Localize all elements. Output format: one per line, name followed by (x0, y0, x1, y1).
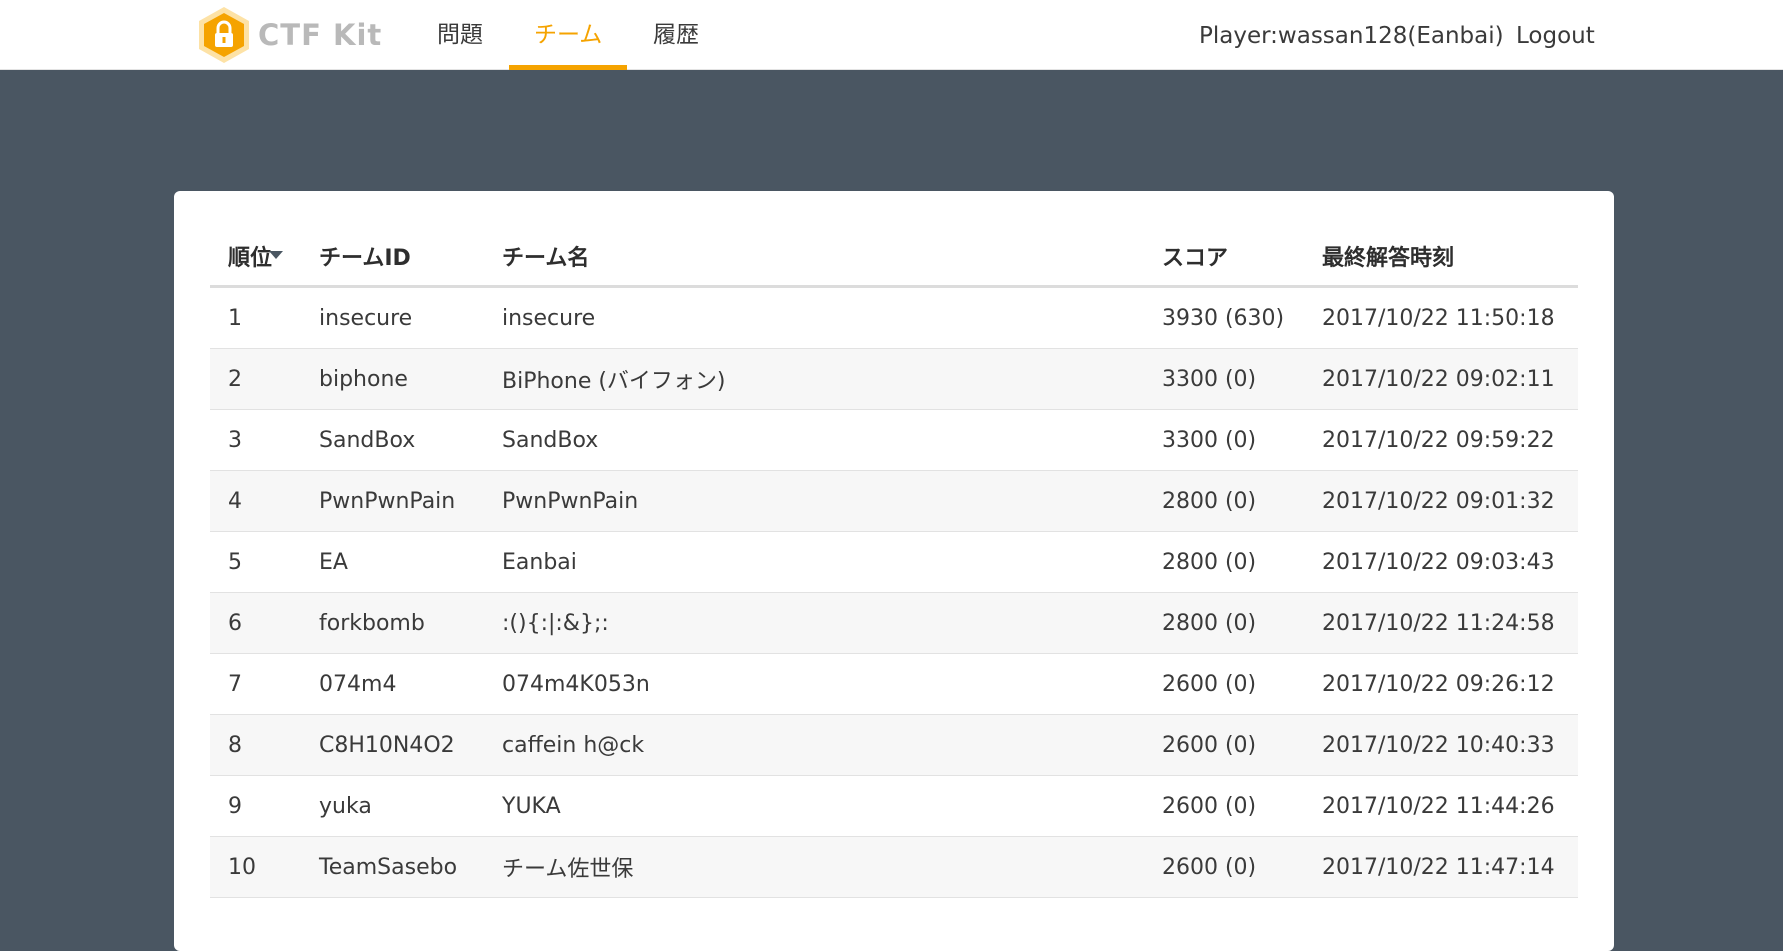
cell-rank: 9 (210, 775, 302, 837)
column-header-team-id[interactable]: チームID (301, 227, 484, 288)
cell-score: 2600 (0) (1143, 714, 1304, 776)
cell-score: 3930 (630) (1143, 286, 1304, 349)
cell-last-time: 2017/10/22 11:24:58 (1303, 592, 1578, 654)
table-row: 9 yuka YUKA 2600 (0) 2017/10/22 11:44:26 (210, 775, 1578, 837)
cell-rank: 10 (210, 836, 302, 898)
table-row: 6 forkbomb :(){:|:&};: 2800 (0) 2017/10/… (210, 592, 1578, 654)
top-navbar: CTF Kit 問題 チーム 履歴 Player:wassan128(Eanba… (0, 0, 1783, 70)
cell-team-name: SandBox (484, 409, 1144, 471)
cell-team-id: forkbomb (301, 592, 484, 654)
cell-team-id: 074m4 (301, 653, 484, 715)
table-row: 7 074m4 074m4K053n 2600 (0) 2017/10/22 0… (210, 653, 1578, 715)
cell-team-id: SandBox (301, 409, 484, 471)
cell-score: 3300 (0) (1143, 409, 1304, 471)
cell-last-time: 2017/10/22 09:59:22 (1303, 409, 1578, 471)
brand-logo[interactable]: CTF Kit (196, 5, 382, 65)
cell-team-name: チーム佐世保 (484, 836, 1144, 898)
cell-team-id: C8H10N4O2 (301, 714, 484, 776)
cell-score: 2600 (0) (1143, 653, 1304, 715)
cell-rank: 7 (210, 653, 302, 715)
cell-score: 2600 (0) (1143, 836, 1304, 898)
cell-last-time: 2017/10/22 11:50:18 (1303, 286, 1578, 349)
nav-teams[interactable]: チーム (509, 0, 628, 70)
cell-score: 2800 (0) (1143, 470, 1304, 532)
cell-team-id: PwnPwnPain (301, 470, 484, 532)
cell-team-name: YUKA (484, 775, 1144, 837)
cell-team-name: Eanbai (484, 531, 1144, 593)
table-row: 2 biphone BiPhone (バイフォン) 3300 (0) 2017/… (210, 348, 1578, 410)
cell-team-name: BiPhone (バイフォン) (484, 348, 1144, 410)
sort-caret-down-icon[interactable] (269, 251, 284, 259)
column-header-score[interactable]: スコア (1143, 227, 1304, 288)
column-header-last-time[interactable]: 最終解答時刻 (1303, 227, 1578, 288)
cell-score: 2600 (0) (1143, 775, 1304, 837)
cell-rank: 1 (210, 286, 302, 349)
cell-score: 2800 (0) (1143, 531, 1304, 593)
cell-rank: 4 (210, 470, 302, 532)
cell-team-id: yuka (301, 775, 484, 837)
cell-team-id: insecure (301, 286, 484, 349)
table-row: 8 C8H10N4O2 caffein h@ck 2600 (0) 2017/1… (210, 714, 1578, 776)
cell-last-time: 2017/10/22 11:44:26 (1303, 775, 1578, 837)
nav-problems[interactable]: 問題 (412, 0, 508, 70)
column-header-team-name[interactable]: チーム名 (484, 227, 1144, 288)
cell-team-name: :(){:|:&};: (484, 592, 1144, 654)
table-row: 4 PwnPwnPain PwnPwnPain 2800 (0) 2017/10… (210, 470, 1578, 532)
cell-score: 2800 (0) (1143, 592, 1304, 654)
cell-last-time: 2017/10/22 09:03:43 (1303, 531, 1578, 593)
cell-team-name: PwnPwnPain (484, 470, 1144, 532)
lock-hexagon-icon (196, 5, 252, 65)
table-header-row: 順位 チームID チーム名 スコア 最終解答時刻 (210, 227, 1578, 288)
cell-rank: 6 (210, 592, 302, 654)
cell-team-id: EA (301, 531, 484, 593)
column-header-rank[interactable]: 順位 (210, 227, 302, 288)
player-info: Player:wassan128(Eanbai) (1199, 23, 1504, 49)
brand-name: CTF Kit (258, 18, 383, 52)
ranking-table: 順位 チームID チーム名 スコア 最終解答時刻 1 insecure inse… (210, 227, 1578, 898)
cell-last-time: 2017/10/22 11:47:14 (1303, 836, 1578, 898)
cell-last-time: 2017/10/22 09:02:11 (1303, 348, 1578, 410)
cell-team-id: biphone (301, 348, 484, 410)
cell-rank: 3 (210, 409, 302, 471)
cell-score: 3300 (0) (1143, 348, 1304, 410)
cell-last-time: 2017/10/22 09:01:32 (1303, 470, 1578, 532)
table-row: 1 insecure insecure 3930 (630) 2017/10/2… (210, 286, 1578, 349)
cell-team-name: insecure (484, 286, 1144, 349)
table-row: 3 SandBox SandBox 3300 (0) 2017/10/22 09… (210, 409, 1578, 471)
cell-rank: 5 (210, 531, 302, 593)
cell-last-time: 2017/10/22 10:40:33 (1303, 714, 1578, 776)
nav-history[interactable]: 履歴 (628, 0, 724, 70)
rank-header-label: 順位 (228, 246, 273, 271)
cell-rank: 8 (210, 714, 302, 776)
table-row: 10 TeamSasebo チーム佐世保 2600 (0) 2017/10/22… (210, 836, 1578, 898)
cell-team-name: caffein h@ck (484, 714, 1144, 776)
cell-last-time: 2017/10/22 09:26:12 (1303, 653, 1578, 715)
table-row: 5 EA Eanbai 2800 (0) 2017/10/22 09:03:43 (210, 531, 1578, 593)
cell-team-id: TeamSasebo (301, 836, 484, 898)
cell-team-name: 074m4K053n (484, 653, 1144, 715)
logout-link[interactable]: Logout (1516, 0, 1595, 70)
cell-rank: 2 (210, 348, 302, 410)
ranking-panel: 順位 チームID チーム名 スコア 最終解答時刻 1 insecure inse… (174, 191, 1614, 951)
